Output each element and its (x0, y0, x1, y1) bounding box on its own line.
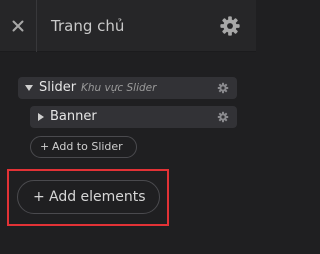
settings-button[interactable] (216, 12, 244, 40)
tree-item-label: Slider (39, 80, 77, 95)
plus-icon: + (33, 189, 45, 205)
add-to-slider-button[interactable]: + Add to Slider (30, 136, 137, 158)
close-button[interactable] (0, 0, 36, 52)
add-elements-button[interactable]: + Add elements (17, 180, 160, 214)
add-elements-label: Add elements (49, 189, 146, 205)
tree-item-slider[interactable]: Slider Khu vực Slider (18, 77, 237, 99)
tree-item-banner[interactable]: Banner (30, 106, 237, 128)
gear-icon[interactable] (216, 81, 230, 95)
tree-item-sublabel: Khu vực Slider (81, 82, 157, 94)
tree-item-label: Banner (50, 109, 97, 124)
header-divider (36, 0, 37, 52)
add-to-slider-label: Add to Slider (52, 140, 123, 153)
caret-down-icon[interactable] (24, 77, 34, 99)
plus-icon: + (40, 140, 50, 153)
caret-right-icon[interactable] (36, 106, 46, 128)
page-title: Trang chủ (51, 17, 125, 35)
gear-icon (220, 16, 240, 36)
gear-icon[interactable] (216, 110, 230, 124)
close-icon (12, 20, 24, 32)
panel-header: Trang chủ (0, 0, 256, 52)
